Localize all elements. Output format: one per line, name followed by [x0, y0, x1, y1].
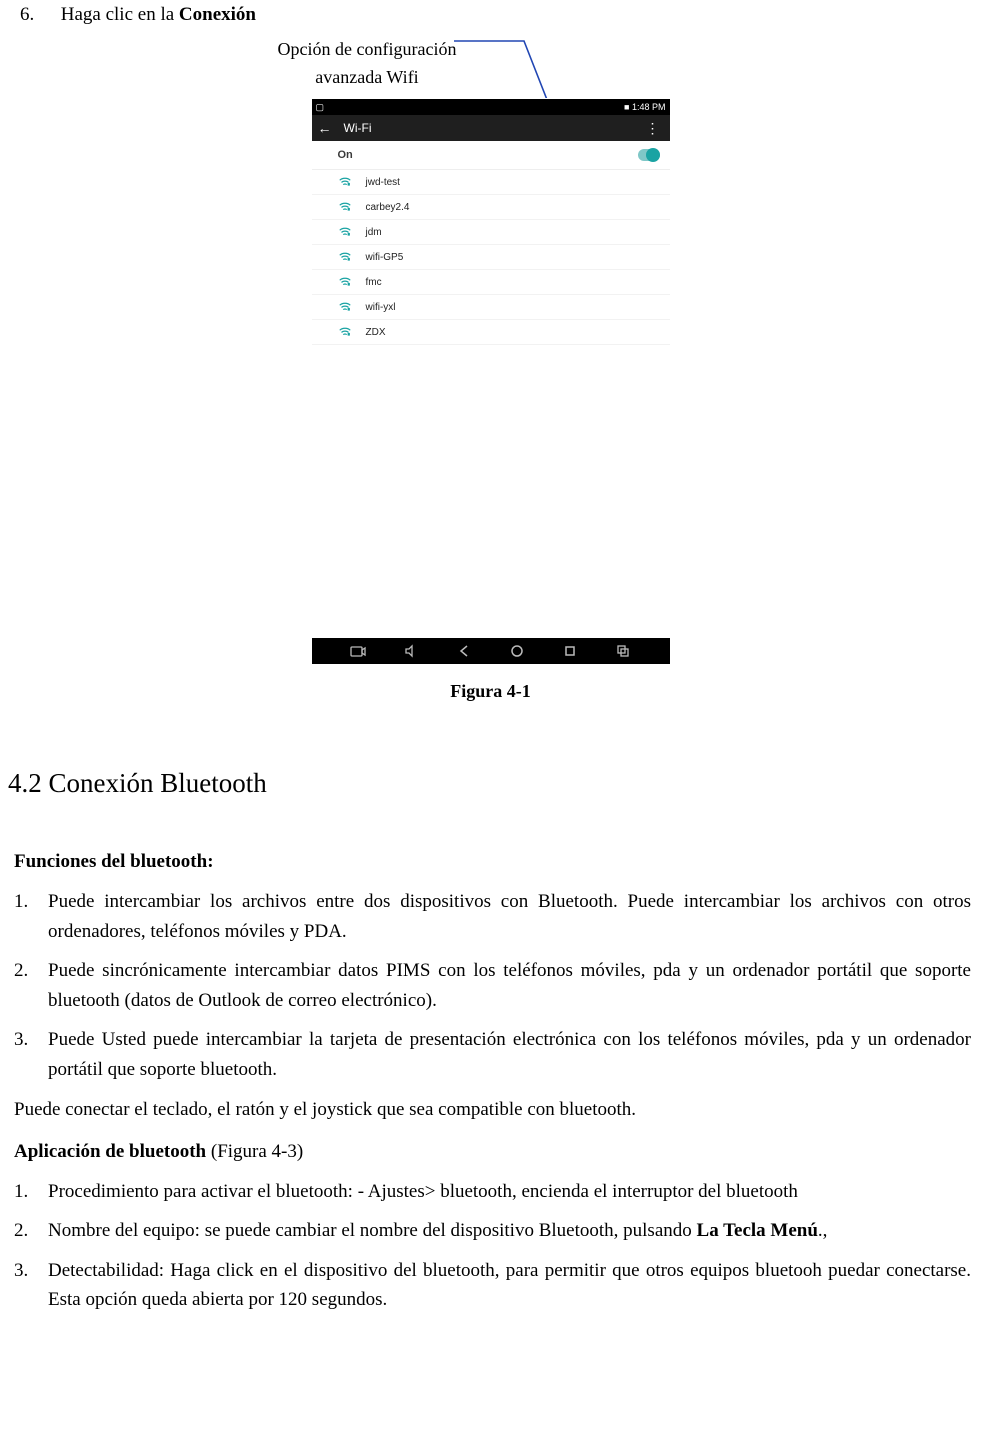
list-item: 2.Nombre del equipo: se puede cambiar el… — [14, 1211, 971, 1250]
network-name: carbey2.4 — [366, 202, 410, 213]
wifi-icon — [338, 325, 352, 339]
aplicacion-heading: Aplicación de bluetooth (Figura 4-3) — [14, 1137, 971, 1166]
nav-bar — [312, 638, 670, 664]
network-row[interactable]: jdm — [312, 220, 670, 245]
network-name: jwd-test — [366, 177, 400, 188]
wifi-icon — [338, 250, 352, 264]
funciones-list: 1.Puede intercambiar los archivos entre … — [14, 882, 971, 1089]
wifi-icon — [338, 225, 352, 239]
network-row[interactable]: ZDX — [312, 320, 670, 345]
wifi-on-row: On — [312, 141, 670, 170]
network-name: fmc — [366, 277, 382, 288]
wifi-icon — [338, 175, 352, 189]
annotation-line2: avanzada Wifi — [315, 67, 418, 87]
list-text: Detectabilidad: Haga click en el disposi… — [48, 1256, 971, 1315]
network-name: ZDX — [366, 327, 386, 338]
on-label: On — [338, 149, 353, 161]
list-number: 3. — [14, 1256, 48, 1315]
list-text: Procedimiento para activar el bluetooth:… — [48, 1177, 971, 1206]
empty-area — [312, 345, 670, 615]
list-text: Puede intercambiar los archivos entre do… — [48, 887, 971, 946]
title-bar: ← Wi-Fi ⋮ — [312, 115, 670, 141]
wifi-toggle[interactable] — [638, 149, 660, 161]
network-name: wifi-yxl — [366, 302, 396, 313]
list-item: 1.Procedimiento para activar el bluetoot… — [14, 1172, 971, 1211]
network-list: jwd-test carbey2.4 jdm wifi-GP5 fmc wifi-yxl Z… — [312, 170, 670, 345]
list-number: 1. — [14, 887, 48, 946]
network-row[interactable]: fmc — [312, 270, 670, 295]
step-prefix: Haga clic en la — [61, 4, 179, 25]
camera-nav-icon[interactable] — [349, 643, 367, 659]
screenshot-nav-icon[interactable] — [614, 643, 632, 659]
step-bold: Conexión — [179, 4, 256, 25]
network-name: jdm — [366, 227, 382, 238]
list-item: 3.Detectabilidad: Haga click en el dispo… — [14, 1251, 971, 1320]
aplicacion-heading-rest: (Figura 4-3) — [206, 1141, 303, 1162]
network-row[interactable]: wifi-GP5 — [312, 245, 670, 270]
list-text: Puede sincrónicamente intercambiar datos… — [48, 956, 971, 1015]
volume-nav-icon[interactable] — [402, 643, 420, 659]
wifi-icon — [338, 200, 352, 214]
list-text: Puede Usted puede intercambiar la tarjet… — [48, 1025, 971, 1084]
step-num: 6. — [20, 4, 50, 26]
back-icon[interactable]: ← — [318, 120, 332, 136]
step-6: 6. Haga clic en la Conexión — [20, 4, 981, 26]
list-number: 3. — [14, 1025, 48, 1084]
status-right: ■ 1:48 PM — [624, 102, 665, 112]
network-row[interactable]: wifi-yxl — [312, 295, 670, 320]
bold-text: La Tecla Menú — [697, 1220, 818, 1241]
list-text: Nombre del equipo: se puede cambiar el n… — [48, 1216, 971, 1245]
wifi-title: Wi-Fi — [344, 121, 372, 135]
list-number: 1. — [14, 1177, 48, 1206]
keyboard-paragraph: Puede conectar el teclado, el ratón y el… — [14, 1095, 971, 1124]
wifi-icon — [338, 275, 352, 289]
funciones-heading: Funciones del bluetooth: — [14, 847, 971, 876]
list-number: 2. — [14, 956, 48, 1015]
recent-nav-icon[interactable] — [561, 643, 579, 659]
status-bar: ▢ ■ 1:48 PM — [312, 99, 670, 115]
figure-caption: Figura 4-1 — [0, 681, 981, 702]
aplicacion-list: 1.Procedimiento para activar el bluetoot… — [14, 1172, 971, 1320]
wifi-icon — [338, 300, 352, 314]
network-row[interactable]: jwd-test — [312, 170, 670, 195]
annotation-text: Opción de configuración avanzada Wifi — [272, 36, 462, 92]
network-name: wifi-GP5 — [366, 252, 404, 263]
annotation-line1: Opción de configuración — [278, 39, 457, 59]
android-screenshot: ▢ ■ 1:48 PM ← Wi-Fi ⋮ On jwd-test carbey2… — [311, 98, 671, 665]
annotation: Opción de configuración avanzada Wifi — [0, 26, 981, 98]
section-heading: 4.2 Conexión Bluetooth — [8, 768, 981, 799]
list-item: 2.Puede sincrónicamente intercambiar dat… — [14, 951, 971, 1020]
list-item: 3.Puede Usted puede intercambiar la tarj… — [14, 1020, 971, 1089]
back-nav-icon[interactable] — [455, 643, 473, 659]
list-number: 2. — [14, 1216, 48, 1245]
network-row[interactable]: carbey2.4 — [312, 195, 670, 220]
overflow-menu-icon[interactable]: ⋮ — [646, 126, 660, 131]
home-nav-icon[interactable] — [508, 643, 526, 659]
list-item: 1.Puede intercambiar los archivos entre … — [14, 882, 971, 951]
status-left: ▢ — [316, 102, 325, 113]
aplicacion-heading-bold: Aplicación de bluetooth — [14, 1141, 206, 1162]
